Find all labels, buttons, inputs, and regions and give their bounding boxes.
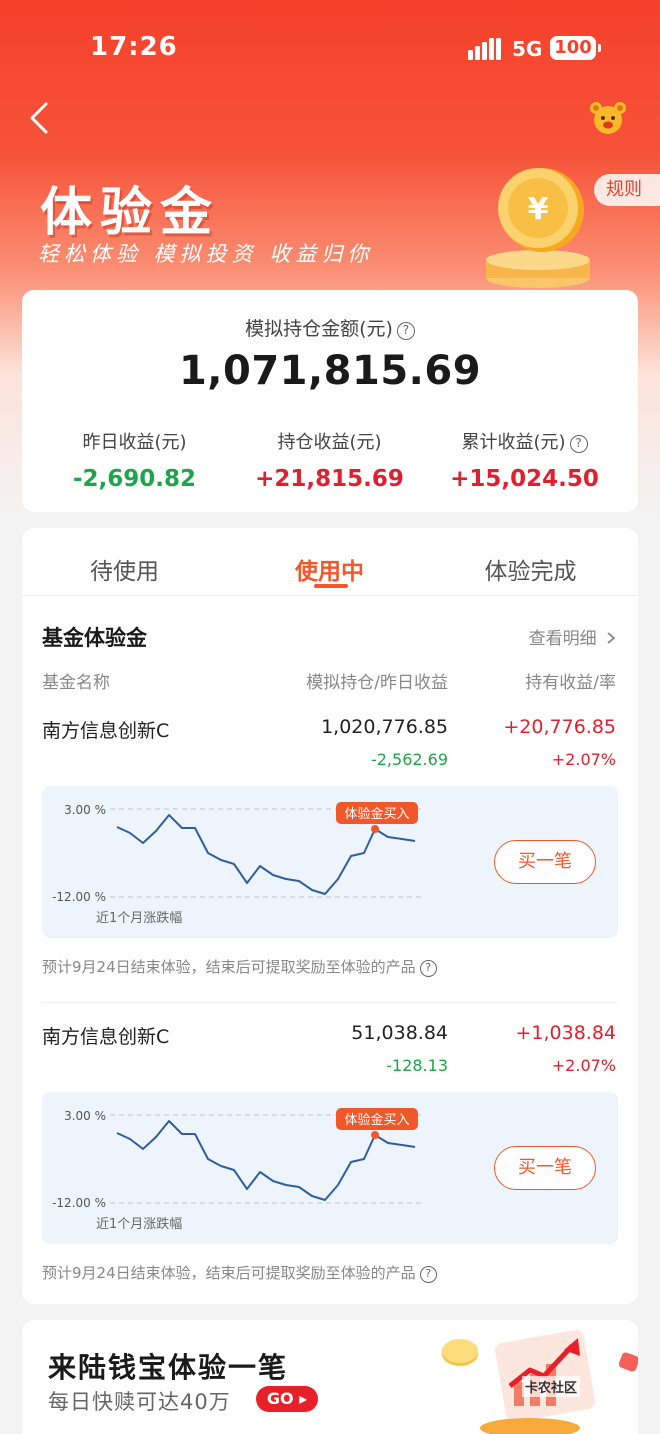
fund-yesterday-return: -2,562.69	[370, 750, 448, 769]
position-total: 1,071,815.69	[178, 348, 482, 394]
position-label-row: 模拟持仓金额(元)?	[22, 314, 638, 341]
buy-tag-label: 体验金买入	[344, 1112, 409, 1128]
signal-icon	[468, 38, 501, 60]
buy-point	[371, 1131, 379, 1139]
fund-position: 1,020,776.85	[321, 716, 448, 738]
watermark-label: 卡农社区	[522, 1376, 581, 1397]
col-return: 持有收益/率	[525, 673, 616, 693]
question-circle-icon[interactable]: ?	[419, 960, 437, 977]
stat-label: 昨日收益(元)	[82, 432, 187, 453]
view-details-link[interactable]: 查看明细	[529, 624, 616, 649]
battery-icon: 100	[550, 36, 601, 60]
tab-completed[interactable]: 体验完成	[428, 552, 633, 586]
stat-value: +15,024.50	[450, 466, 599, 492]
fund-return-rate: +2.07%	[551, 1056, 616, 1075]
promo-subtitle: 每日快赎可达40万	[48, 1390, 231, 1414]
chart-caption: 近1个月涨跌幅	[96, 910, 182, 926]
fund-item[interactable]: 南方信息创新C 51,038.84 -128.13 +1,038.84 +2.0…	[22, 1022, 638, 1283]
page-title: 体验金	[40, 183, 221, 243]
chart-caption: 近1个月涨跌幅	[96, 1216, 182, 1232]
section-title: 基金体验金	[42, 626, 147, 650]
fund-holding-return: +1,038.84	[515, 1022, 616, 1044]
trend-chart: 3.00 % -12.00 % 体验金买入 近1个月涨跌幅 买一笔	[42, 1092, 618, 1244]
summary-card: 模拟持仓金额(元)? 1,071,815.69 昨日收益(元) -2,690.8…	[22, 290, 638, 512]
trend-chart: 3.00 % -12.00 % 体验金买入 近1个月涨跌幅 买一笔	[42, 786, 618, 938]
position-label: 模拟持仓金额(元)	[245, 318, 393, 340]
y-bottom-label: -12.00 %	[52, 890, 106, 904]
go-label: GO	[266, 1389, 294, 1408]
network-type: 5G	[512, 37, 543, 61]
fund-holding-return: +20,776.85	[503, 716, 616, 738]
tab-bar: 待使用 使用中 体验完成	[22, 528, 638, 596]
status-bar: 17:26 5G 100	[0, 0, 660, 96]
coin-icon: ¥	[486, 168, 590, 288]
mascot-icon[interactable]	[588, 98, 628, 138]
buy-point	[371, 825, 379, 833]
col-position: 模拟持仓/昨日收益	[306, 673, 448, 693]
trend-line	[116, 1120, 416, 1201]
buy-tag-label: 体验金买入	[344, 806, 409, 822]
promo-title: 来陆钱宝体验一笔	[48, 1351, 289, 1384]
experience-note: 预计9月24日结束体验，结束后可提取奖励至体验的产品	[42, 1264, 416, 1282]
stat-label: 持仓收益(元)	[277, 432, 382, 453]
stat-yesterday: 昨日收益(元) -2,690.82	[32, 428, 237, 492]
go-button[interactable]: GO ▸	[256, 1386, 318, 1412]
tab-underline	[314, 584, 348, 588]
stat-holding: 持仓收益(元) +21,815.69	[227, 428, 432, 492]
tab-pending[interactable]: 待使用	[22, 552, 227, 586]
svg-text:¥: ¥	[528, 192, 549, 227]
y-top-label: 3.00 %	[64, 1109, 106, 1123]
stat-cumulative: 累计收益(元)? +15,024.50	[422, 428, 627, 492]
buy-button[interactable]: 买一笔	[494, 1146, 596, 1190]
fund-item[interactable]: 南方信息创新C 1,020,776.85 -2,562.69 +20,776.8…	[22, 716, 638, 977]
note-row: 预计9月24日结束体验，结束后可提取奖励至体验的产品?	[42, 1262, 437, 1283]
experience-note: 预计9月24日结束体验，结束后可提取奖励至体验的产品	[42, 958, 416, 976]
view-details-label: 查看明细	[528, 629, 597, 649]
stat-value: -2,690.82	[72, 466, 197, 492]
buy-button[interactable]: 买一笔	[494, 840, 596, 884]
fund-return-rate: +2.07%	[551, 750, 616, 769]
col-fund-name: 基金名称	[42, 673, 110, 693]
experience-card: 待使用 使用中 体验完成 基金体验金 查看明细 基金名称 模拟持仓/昨日收益 持…	[22, 528, 638, 1304]
chevron-left-icon[interactable]	[22, 98, 58, 138]
status-time: 17:26	[90, 32, 178, 62]
question-circle-icon[interactable]: ?	[396, 322, 415, 340]
fund-position: 51,038.84	[351, 1022, 448, 1044]
tab-in-use[interactable]: 使用中	[227, 552, 432, 586]
y-bottom-label: -12.00 %	[52, 1196, 106, 1210]
fund-name: 南方信息创新C	[42, 720, 170, 742]
y-top-label: 3.00 %	[64, 803, 106, 817]
rules-button[interactable]: 规则	[594, 174, 660, 206]
fund-yesterday-return: -128.13	[386, 1056, 448, 1075]
divider	[42, 1002, 618, 1003]
question-circle-icon[interactable]: ?	[569, 435, 588, 453]
fund-name: 南方信息创新C	[42, 1026, 170, 1048]
trend-line	[116, 814, 416, 895]
question-circle-icon[interactable]: ?	[419, 1266, 437, 1283]
chevron-right-icon	[607, 632, 616, 644]
page-subtitle: 轻松体验 模拟投资 收益归你	[38, 242, 374, 266]
note-row: 预计9月24日结束体验，结束后可提取奖励至体验的产品?	[42, 956, 437, 977]
stat-label: 累计收益(元)	[461, 432, 566, 453]
stat-label-row: 累计收益(元)?	[422, 428, 627, 454]
stat-value: +21,815.69	[255, 466, 404, 492]
